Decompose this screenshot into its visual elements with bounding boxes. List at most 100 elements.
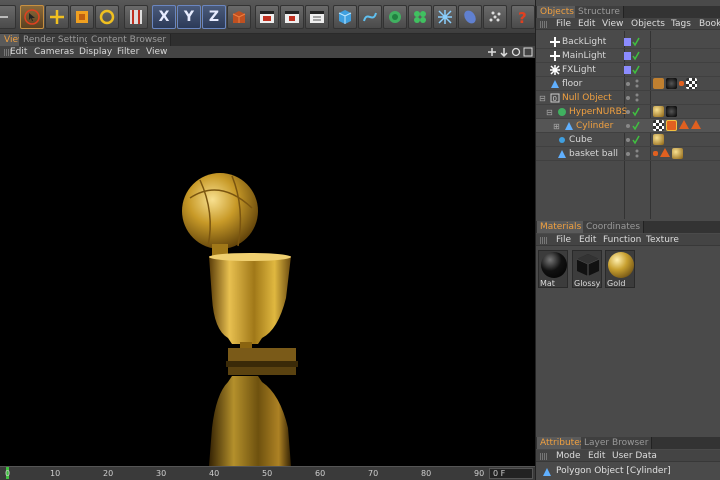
undo-icon[interactable] [0,5,16,29]
timeline-ruler[interactable]: 0 10 20 30 40 50 60 70 80 90 0 F [0,466,535,480]
object-name: BackLight [562,37,607,47]
visibility-flags[interactable] [624,37,648,47]
menu-filter[interactable]: Filter [117,46,139,58]
object-row-cylinder[interactable]: ⊞ Cylinder [536,119,720,133]
material-swatch-mat[interactable]: Mat [538,250,568,288]
3d-viewport[interactable] [0,58,535,466]
checker-tag-icon[interactable] [653,120,664,131]
array-icon[interactable] [408,5,432,29]
visibility-flags[interactable] [624,135,648,145]
expand-icon[interactable]: ⊞ [553,122,560,131]
attributes-tabs: Attributes Layer Browser [536,437,720,449]
material-name: Glossy [574,279,601,288]
select-arrow-icon[interactable] [20,5,44,29]
menu-user-data[interactable]: User Data [612,450,657,462]
visibility-flags[interactable] [624,51,648,61]
material-tag-icon[interactable] [666,78,677,89]
object-row-hypernurbs[interactable]: ⊟ HyperNURBS [536,105,720,119]
menu-bookmarks[interactable]: Bookm [699,18,720,30]
menu-edit[interactable]: Edit [588,450,605,462]
selected-tag-icon[interactable] [666,120,677,131]
menu-file[interactable]: File [556,18,571,30]
view-navigation-icons[interactable] [487,47,533,57]
visibility-flags[interactable] [624,79,648,89]
tick-label: 30 [156,469,167,478]
material-swatch-gold[interactable]: Gold [605,250,635,288]
tick-label: 60 [315,469,326,478]
render-picture-viewer-icon[interactable] [305,5,329,29]
menu-view[interactable]: View [146,46,167,58]
menu-cameras[interactable]: Cameras [34,46,74,58]
object-row-fxlight[interactable]: FXLight [536,63,720,77]
object-row-basket-ball[interactable]: basket ball [536,147,720,161]
tab-layer-browser[interactable]: Layer Browser [581,437,653,449]
object-row-cube[interactable]: Cube [536,133,720,147]
visibility-flags[interactable] [624,107,648,117]
material-tag-icon[interactable] [666,106,677,117]
z-axis-button[interactable]: Z [202,5,226,29]
y-axis-button[interactable]: Y [177,5,201,29]
object-tags [653,78,697,89]
menu-texture[interactable]: Texture [646,234,679,246]
menu-function[interactable]: Function [603,234,641,246]
collapse-icon[interactable]: ⊟ [539,94,546,103]
render-region-icon[interactable] [280,5,304,29]
tag-icon[interactable] [679,81,684,86]
move-icon[interactable] [45,5,69,29]
cube-primitive-icon[interactable] [333,5,357,29]
object-row-mainlight[interactable]: MainLight [536,49,720,63]
tab-content-browser[interactable]: Content Browser [87,34,172,46]
environment-icon[interactable] [458,5,482,29]
menu-view[interactable]: View [602,18,623,30]
phong-tag-icon[interactable] [660,148,670,157]
collapse-icon[interactable]: ⊟ [546,108,553,117]
tag-icon[interactable] [653,151,658,156]
checker-tag-icon[interactable] [686,78,697,89]
object-tags [653,120,701,131]
scale-icon[interactable] [70,5,94,29]
world-coord-icon[interactable] [227,5,251,29]
tag-icon[interactable] [653,78,664,89]
spline-icon[interactable] [358,5,382,29]
object-name: HyperNURBS [569,107,628,117]
menu-display[interactable]: Display [79,46,112,58]
phong-tag-icon[interactable] [691,120,701,129]
film-clapper-icon[interactable] [124,5,148,29]
gold-material-tag-icon[interactable] [672,148,683,159]
tab-materials[interactable]: Materials [537,221,586,233]
scene-icon[interactable] [483,5,507,29]
menu-objects[interactable]: Objects [631,18,665,30]
menu-edit[interactable]: Edit [579,234,596,246]
object-name: basket ball [569,149,618,159]
menu-tags[interactable]: Tags [671,18,691,30]
tab-coordinates[interactable]: Coordinates [583,221,645,233]
gold-material-tag-icon[interactable] [653,134,664,145]
object-row-null-object[interactable]: ⊟ 0 Null Object [536,91,720,105]
rotate-icon[interactable] [95,5,119,29]
menu-edit[interactable]: Edit [10,46,27,58]
polygon-icon [565,122,573,130]
render-view-icon[interactable] [255,5,279,29]
material-swatch-glossy[interactable]: Glossy [572,250,602,288]
tab-structure[interactable]: Structure [575,6,624,18]
menu-file[interactable]: File [556,234,571,246]
x-axis-button[interactable]: X [152,5,176,29]
frame-field[interactable]: 0 F [489,468,533,479]
phong-tag-icon[interactable] [679,120,689,129]
nurbs-icon[interactable] [383,5,407,29]
visibility-flags[interactable] [624,149,648,159]
light-icon [550,65,560,75]
menu-edit[interactable]: Edit [578,18,595,30]
floor-icon [551,80,559,88]
object-row-backlight[interactable]: BackLight [536,35,720,49]
tick-label: 90 [474,469,485,478]
help-icon[interactable]: ? [511,5,535,29]
visibility-flags[interactable] [624,93,648,103]
object-row-floor[interactable]: floor [536,77,720,91]
visibility-flags[interactable] [624,121,648,131]
gold-material-tag-icon[interactable] [653,106,664,117]
tab-objects[interactable]: Objects [537,6,579,18]
menu-mode[interactable]: Mode [556,450,581,462]
visibility-flags[interactable] [624,65,648,75]
deformer-icon[interactable] [433,5,457,29]
